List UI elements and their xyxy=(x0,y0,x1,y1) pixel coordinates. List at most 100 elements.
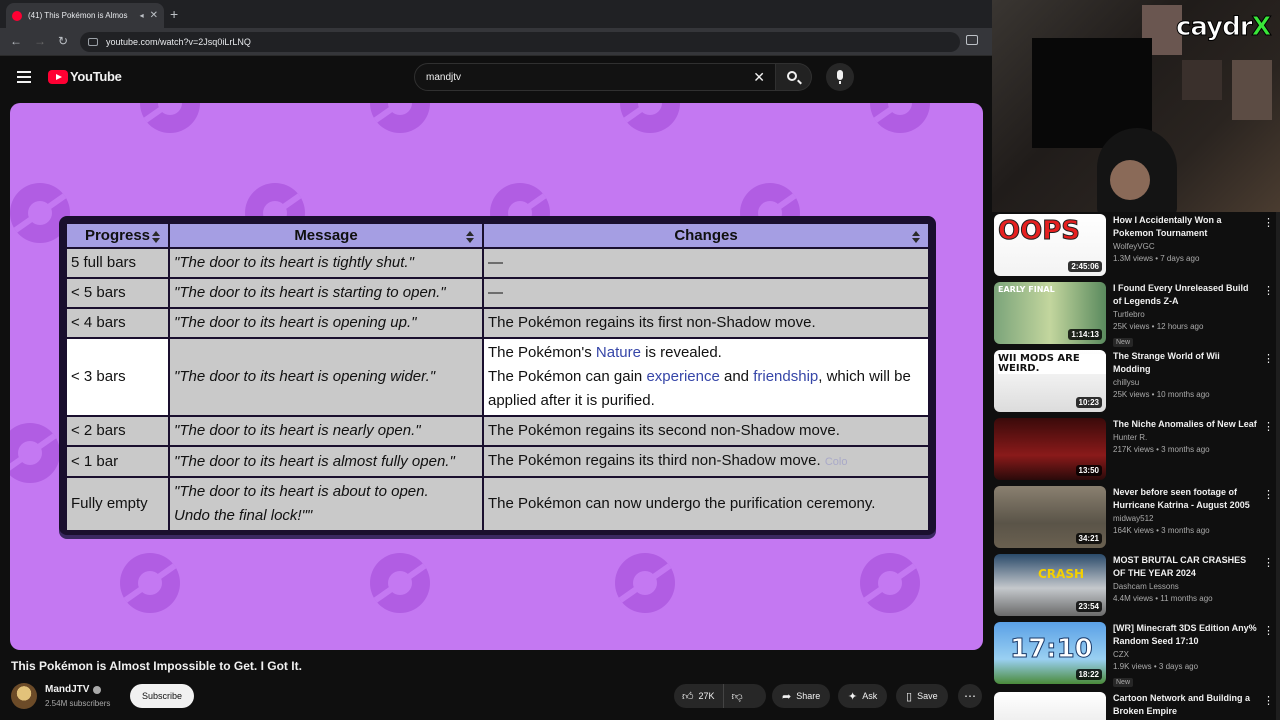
video-thumbnail[interactable]: OOPS 2:45:06 xyxy=(994,214,1106,276)
thumbnail-text: CRASH xyxy=(1038,567,1085,581)
video-title[interactable]: How I Accidentally Won a Pokemon Tournam… xyxy=(1113,214,1257,240)
experience-link[interactable]: experience xyxy=(646,368,719,385)
video-thumbnail[interactable]: 34:21 xyxy=(994,486,1106,548)
avatar[interactable] xyxy=(11,683,37,709)
header-label: Message xyxy=(294,227,358,244)
video-title[interactable]: Cartoon Network and Building a Broken Em… xyxy=(1113,692,1257,718)
changes-text: The Pokémon's xyxy=(488,344,596,361)
channel-name[interactable]: Turtlebro xyxy=(1113,310,1257,319)
ask-button[interactable]: ✦ Ask xyxy=(838,684,888,708)
channel-name[interactable]: CZX xyxy=(1113,650,1257,659)
reload-icon[interactable]: ↻ xyxy=(58,34,68,48)
list-item[interactable]: 13:50 The Niche Anomalies of New Leaf Hu… xyxy=(994,418,1274,482)
youtube-play-icon xyxy=(48,69,68,84)
tab-close-icon[interactable]: ✕ xyxy=(150,10,158,21)
video-thumbnail[interactable]: WII MODS ARE WEIRD. 10:23 xyxy=(994,350,1106,412)
channel-name[interactable]: midway512 xyxy=(1113,514,1257,523)
voice-search-button[interactable] xyxy=(826,63,854,91)
sort-icon[interactable] xyxy=(466,231,474,243)
view-meta: 217K views • 3 months ago xyxy=(1113,445,1210,454)
video-player[interactable]: Progress Message Changes 5 full bars "Th… xyxy=(10,103,983,650)
search-input[interactable]: mandjtv ✕ xyxy=(414,63,776,91)
video-title[interactable]: Never before seen footage of Hurricane K… xyxy=(1113,486,1257,512)
channel-name[interactable]: Dashcam Lessons xyxy=(1113,582,1257,591)
list-item[interactable]: 17:10 18:22 [WR] Minecraft 3DS Edition A… xyxy=(994,622,1274,687)
purification-progress-table: Progress Message Changes 5 full bars "Th… xyxy=(65,222,930,532)
save-button[interactable]: ▯ Save xyxy=(896,684,948,708)
view-meta: 164K views • 3 months ago xyxy=(1113,526,1210,535)
ask-label: Ask xyxy=(862,691,878,701)
video-thumbnail[interactable]: 17:10 18:22 xyxy=(994,622,1106,684)
list-item[interactable]: EARLY FINAL 1:14:13 I Found Every Unrele… xyxy=(994,282,1274,347)
verified-icon xyxy=(93,685,102,694)
sort-icon[interactable] xyxy=(152,231,160,243)
list-item[interactable]: OOPS 2:45:06 How I Accidentally Won a Po… xyxy=(994,214,1274,278)
message-cell: "The door to its heart is about to open.… xyxy=(168,476,484,532)
kebab-menu-icon[interactable]: ⋮ xyxy=(1263,488,1274,501)
browser-tab[interactable]: (41) This Pokémon is Almos ◂ ✕ xyxy=(6,3,164,28)
channel-name[interactable]: Hunter R. xyxy=(1113,433,1257,442)
list-item[interactable]: Cartoon Network and Building a Broken Em… xyxy=(994,692,1274,720)
video-thumbnail[interactable]: EARLY FINAL 1:14:13 xyxy=(994,282,1106,344)
pokeball-icon xyxy=(370,553,430,613)
table-row: Fully empty "The door to its heart is ab… xyxy=(65,476,930,532)
kebab-menu-icon[interactable]: ⋮ xyxy=(1263,284,1274,297)
pokeball-icon xyxy=(860,553,920,613)
list-item[interactable]: 34:21 Never before seen footage of Hurri… xyxy=(994,486,1274,550)
list-item[interactable]: CRASH 23:54 MOST BRUTAL CAR CRASHES OF T… xyxy=(994,554,1274,618)
view-meta: 1.9K views • 3 days ago xyxy=(1113,662,1199,671)
progress-cell: 5 full bars xyxy=(65,247,170,279)
subscribe-button[interactable]: Subscribe xyxy=(130,684,194,708)
column-header-changes[interactable]: Changes xyxy=(482,222,930,249)
wall-poster xyxy=(1232,60,1272,120)
video-title[interactable]: [WR] Minecraft 3DS Edition Any% Random S… xyxy=(1113,622,1257,648)
youtube-logo[interactable]: YouTube xyxy=(48,69,122,84)
list-item[interactable]: WII MODS ARE WEIRD. 10:23 The Strange Wo… xyxy=(994,350,1274,414)
channel-name[interactable]: MandJTV xyxy=(45,684,102,695)
video-title[interactable]: The Niche Anomalies of New Leaf xyxy=(1113,418,1257,431)
video-thumbnail[interactable] xyxy=(994,692,1106,720)
forward-icon[interactable]: → xyxy=(34,34,46,48)
back-icon[interactable]: ← xyxy=(10,34,22,48)
clear-search-icon[interactable]: ✕ xyxy=(753,69,765,86)
channel-name-text: MandJTV xyxy=(45,684,90,695)
channel-name[interactable]: WolfeyVGC xyxy=(1113,242,1257,251)
channel-name[interactable]: chillysu xyxy=(1113,378,1257,387)
video-title[interactable]: I Found Every Unreleased Build of Legend… xyxy=(1113,282,1257,308)
address-bar[interactable]: youtube.com/watch?v=2Jsq0iLrLNQ xyxy=(80,32,960,52)
caydr-logo-text: caydr xyxy=(1176,12,1254,43)
friendship-link[interactable]: friendship xyxy=(753,368,818,385)
search-button[interactable] xyxy=(776,63,812,91)
menu-icon[interactable] xyxy=(17,71,31,83)
nature-link[interactable]: Nature xyxy=(596,344,641,361)
pokeball-icon xyxy=(10,423,60,483)
speaker-icon[interactable]: ◂ xyxy=(140,11,144,20)
kebab-menu-icon[interactable]: ⋮ xyxy=(1263,216,1274,229)
message-cell: "The door to its heart is opening up." xyxy=(168,307,484,339)
dislike-button[interactable]: 👎︎ xyxy=(724,690,756,703)
scrollbar[interactable] xyxy=(1276,212,1280,720)
column-header-message[interactable]: Message xyxy=(168,222,484,249)
sort-icon[interactable] xyxy=(912,231,920,243)
duration-badge: 13:50 xyxy=(1075,465,1102,476)
video-title[interactable]: MOST BRUTAL CAR CRASHES OF THE YEAR 2024 xyxy=(1113,554,1257,580)
kebab-menu-icon[interactable]: ⋮ xyxy=(1263,694,1274,707)
video-thumbnail[interactable]: 13:50 xyxy=(994,418,1106,480)
video-thumbnail[interactable]: CRASH 23:54 xyxy=(994,554,1106,616)
kebab-menu-icon[interactable]: ⋮ xyxy=(1263,420,1274,433)
share-button[interactable]: ➦ Share xyxy=(772,684,831,708)
video-title[interactable]: The Strange World of Wii Modding xyxy=(1113,350,1257,376)
column-header-progress[interactable]: Progress xyxy=(65,222,170,249)
kebab-menu-icon[interactable]: ⋮ xyxy=(1263,624,1274,637)
table-row: < 3 bars "The door to its heart is openi… xyxy=(65,337,930,417)
site-info-icon[interactable] xyxy=(88,38,98,46)
kebab-menu-icon[interactable]: ⋮ xyxy=(1263,352,1274,365)
cast-icon[interactable] xyxy=(966,35,978,45)
like-button[interactable]: 👍︎ 27K xyxy=(674,684,724,708)
table-row: < 2 bars "The door to its heart is nearl… xyxy=(65,415,930,447)
pokeball-icon xyxy=(620,103,680,133)
new-tab-button[interactable]: + xyxy=(170,6,178,22)
changes-cell: The Pokémon regains its first non-Shadow… xyxy=(482,307,930,339)
kebab-menu-icon[interactable]: ⋮ xyxy=(1263,556,1274,569)
more-actions-button[interactable]: ⋯ xyxy=(958,684,982,708)
